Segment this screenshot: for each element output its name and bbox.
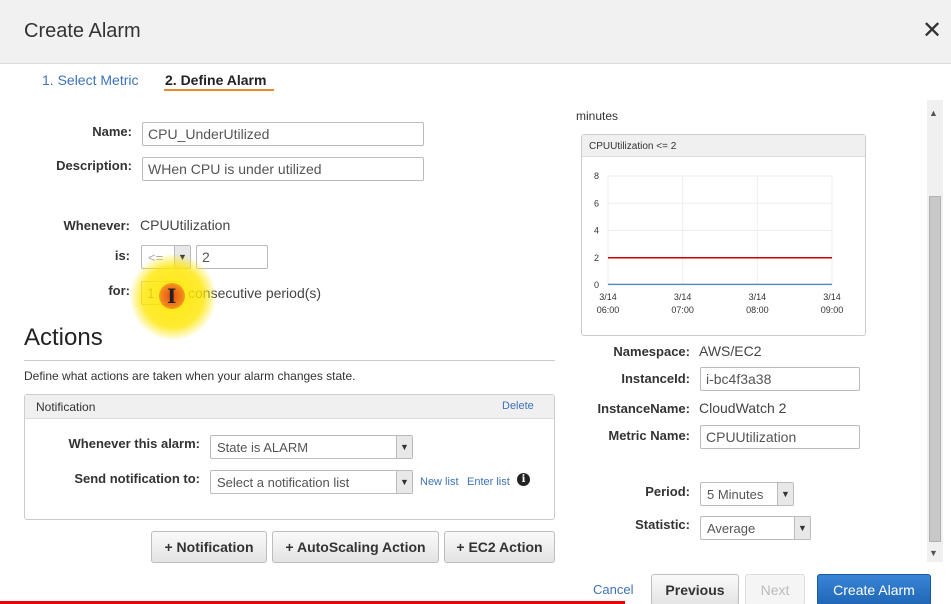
notification-panel-title: Notification [36, 400, 96, 414]
notification-panel-header [25, 395, 554, 419]
add-autoscaling-action-button[interactable]: + AutoScaling Action [272, 531, 439, 563]
chart-x-tick-label: 3/14 [674, 292, 692, 302]
actions-divider [24, 360, 555, 361]
text-cursor-icon: I [167, 284, 177, 308]
add-notification-button[interactable]: + Notification [151, 531, 267, 563]
close-icon[interactable]: ✕ [922, 16, 942, 45]
chart-y-tick-label: 8 [594, 171, 599, 181]
whenever-metric: CPUUtilization [140, 217, 231, 233]
chevron-down-icon: ▼ [794, 517, 810, 539]
chart-title: CPUUtilization <= 2 [589, 141, 677, 152]
chart-y-tick-label: 0 [594, 280, 599, 290]
chart-y-tick-label: 2 [594, 253, 599, 263]
metricname-field[interactable] [700, 425, 860, 449]
alarm-state-value: State is ALARM [217, 440, 309, 455]
next-button[interactable]: Next [745, 574, 805, 604]
instanceid-label: InstanceId: [621, 371, 690, 386]
step-select-metric[interactable]: 1. Select Metric [42, 72, 138, 88]
chart-x-tick-label: 08:00 [746, 305, 769, 315]
period-value: 5 Minutes [707, 487, 764, 502]
chevron-down-icon: ▼ [396, 436, 412, 458]
chart-y-tick-label: 6 [594, 198, 599, 208]
description-label: Description: [56, 158, 132, 173]
statistic-value: Average [707, 521, 756, 536]
chart-x-tick-label: 07:00 [671, 305, 694, 315]
previous-button[interactable]: Previous [651, 574, 739, 604]
name-label: Name: [92, 124, 132, 139]
instanceid-field[interactable] [700, 367, 860, 391]
statistic-select[interactable]: Average ▼ [700, 516, 811, 540]
dialog-title: Create Alarm [24, 20, 141, 42]
cancel-link[interactable]: Cancel [593, 582, 633, 597]
chart-x-tick-label: 06:00 [597, 305, 620, 315]
create-alarm-button[interactable]: Create Alarm [817, 574, 931, 604]
metricname-label: Metric Name: [608, 428, 690, 443]
instancename-label: InstanceName: [597, 401, 690, 416]
chart-y-tick-label: 4 [594, 226, 599, 236]
is-label: is: [114, 248, 130, 263]
dialog-header: Create Alarm ✕ [0, 0, 951, 64]
namespace-label: Namespace: [613, 344, 690, 359]
period-label: Period: [645, 484, 690, 499]
enter-list-link[interactable]: Enter list [467, 476, 510, 488]
chart-x-tick-label: 3/14 [599, 292, 617, 302]
add-ec2-action-button[interactable]: + EC2 Action [444, 531, 555, 563]
whenever-label: Whenever: [63, 218, 130, 233]
scroll-up-icon[interactable]: ▲ [929, 108, 938, 118]
scroll-down-icon[interactable]: ▼ [929, 548, 938, 558]
name-input[interactable] [142, 122, 424, 146]
active-step-underline [164, 89, 274, 91]
description-input[interactable] [142, 157, 424, 181]
chart-x-tick-label: 09:00 [821, 305, 844, 315]
actions-heading: Actions [24, 324, 103, 351]
preview-minutes-text: minutes [576, 109, 619, 123]
namespace-value: AWS/EC2 [699, 343, 762, 359]
scrollbar-thumb[interactable] [929, 196, 941, 542]
chart-x-tick-label: 3/14 [823, 292, 841, 302]
whenever-alarm-label: Whenever this alarm: [68, 436, 201, 451]
chart-plot: 0 2 4 6 8 3/14 06:00 3/14 07:00 3/14 08:00 3/14 09:0… [594, 171, 844, 315]
notification-list-placeholder: Select a notification list [217, 475, 350, 490]
step-define-alarm[interactable]: 2. Define Alarm [165, 72, 266, 88]
chevron-down-icon: ▼ [396, 471, 412, 493]
info-icon[interactable]: i [517, 473, 530, 486]
notification-list-select[interactable]: Select a notification list ▼ [210, 470, 413, 494]
actions-description: Define what actions are taken when your … [24, 369, 356, 383]
alarm-state-select[interactable]: State is ALARM ▼ [210, 435, 413, 459]
for-label: for: [108, 283, 130, 298]
send-notification-label: Send notification to: [74, 471, 200, 486]
delete-notification-link[interactable]: Delete [502, 400, 534, 412]
chevron-down-icon: ▼ [777, 483, 793, 505]
threshold-input[interactable] [196, 245, 268, 269]
chart-x-tick-label: 3/14 [749, 292, 767, 302]
instancename-value: CloudWatch 2 [699, 400, 787, 416]
period-select[interactable]: 5 Minutes ▼ [700, 482, 794, 506]
statistic-label: Statistic: [635, 517, 690, 532]
new-list-link[interactable]: New list [420, 476, 459, 488]
